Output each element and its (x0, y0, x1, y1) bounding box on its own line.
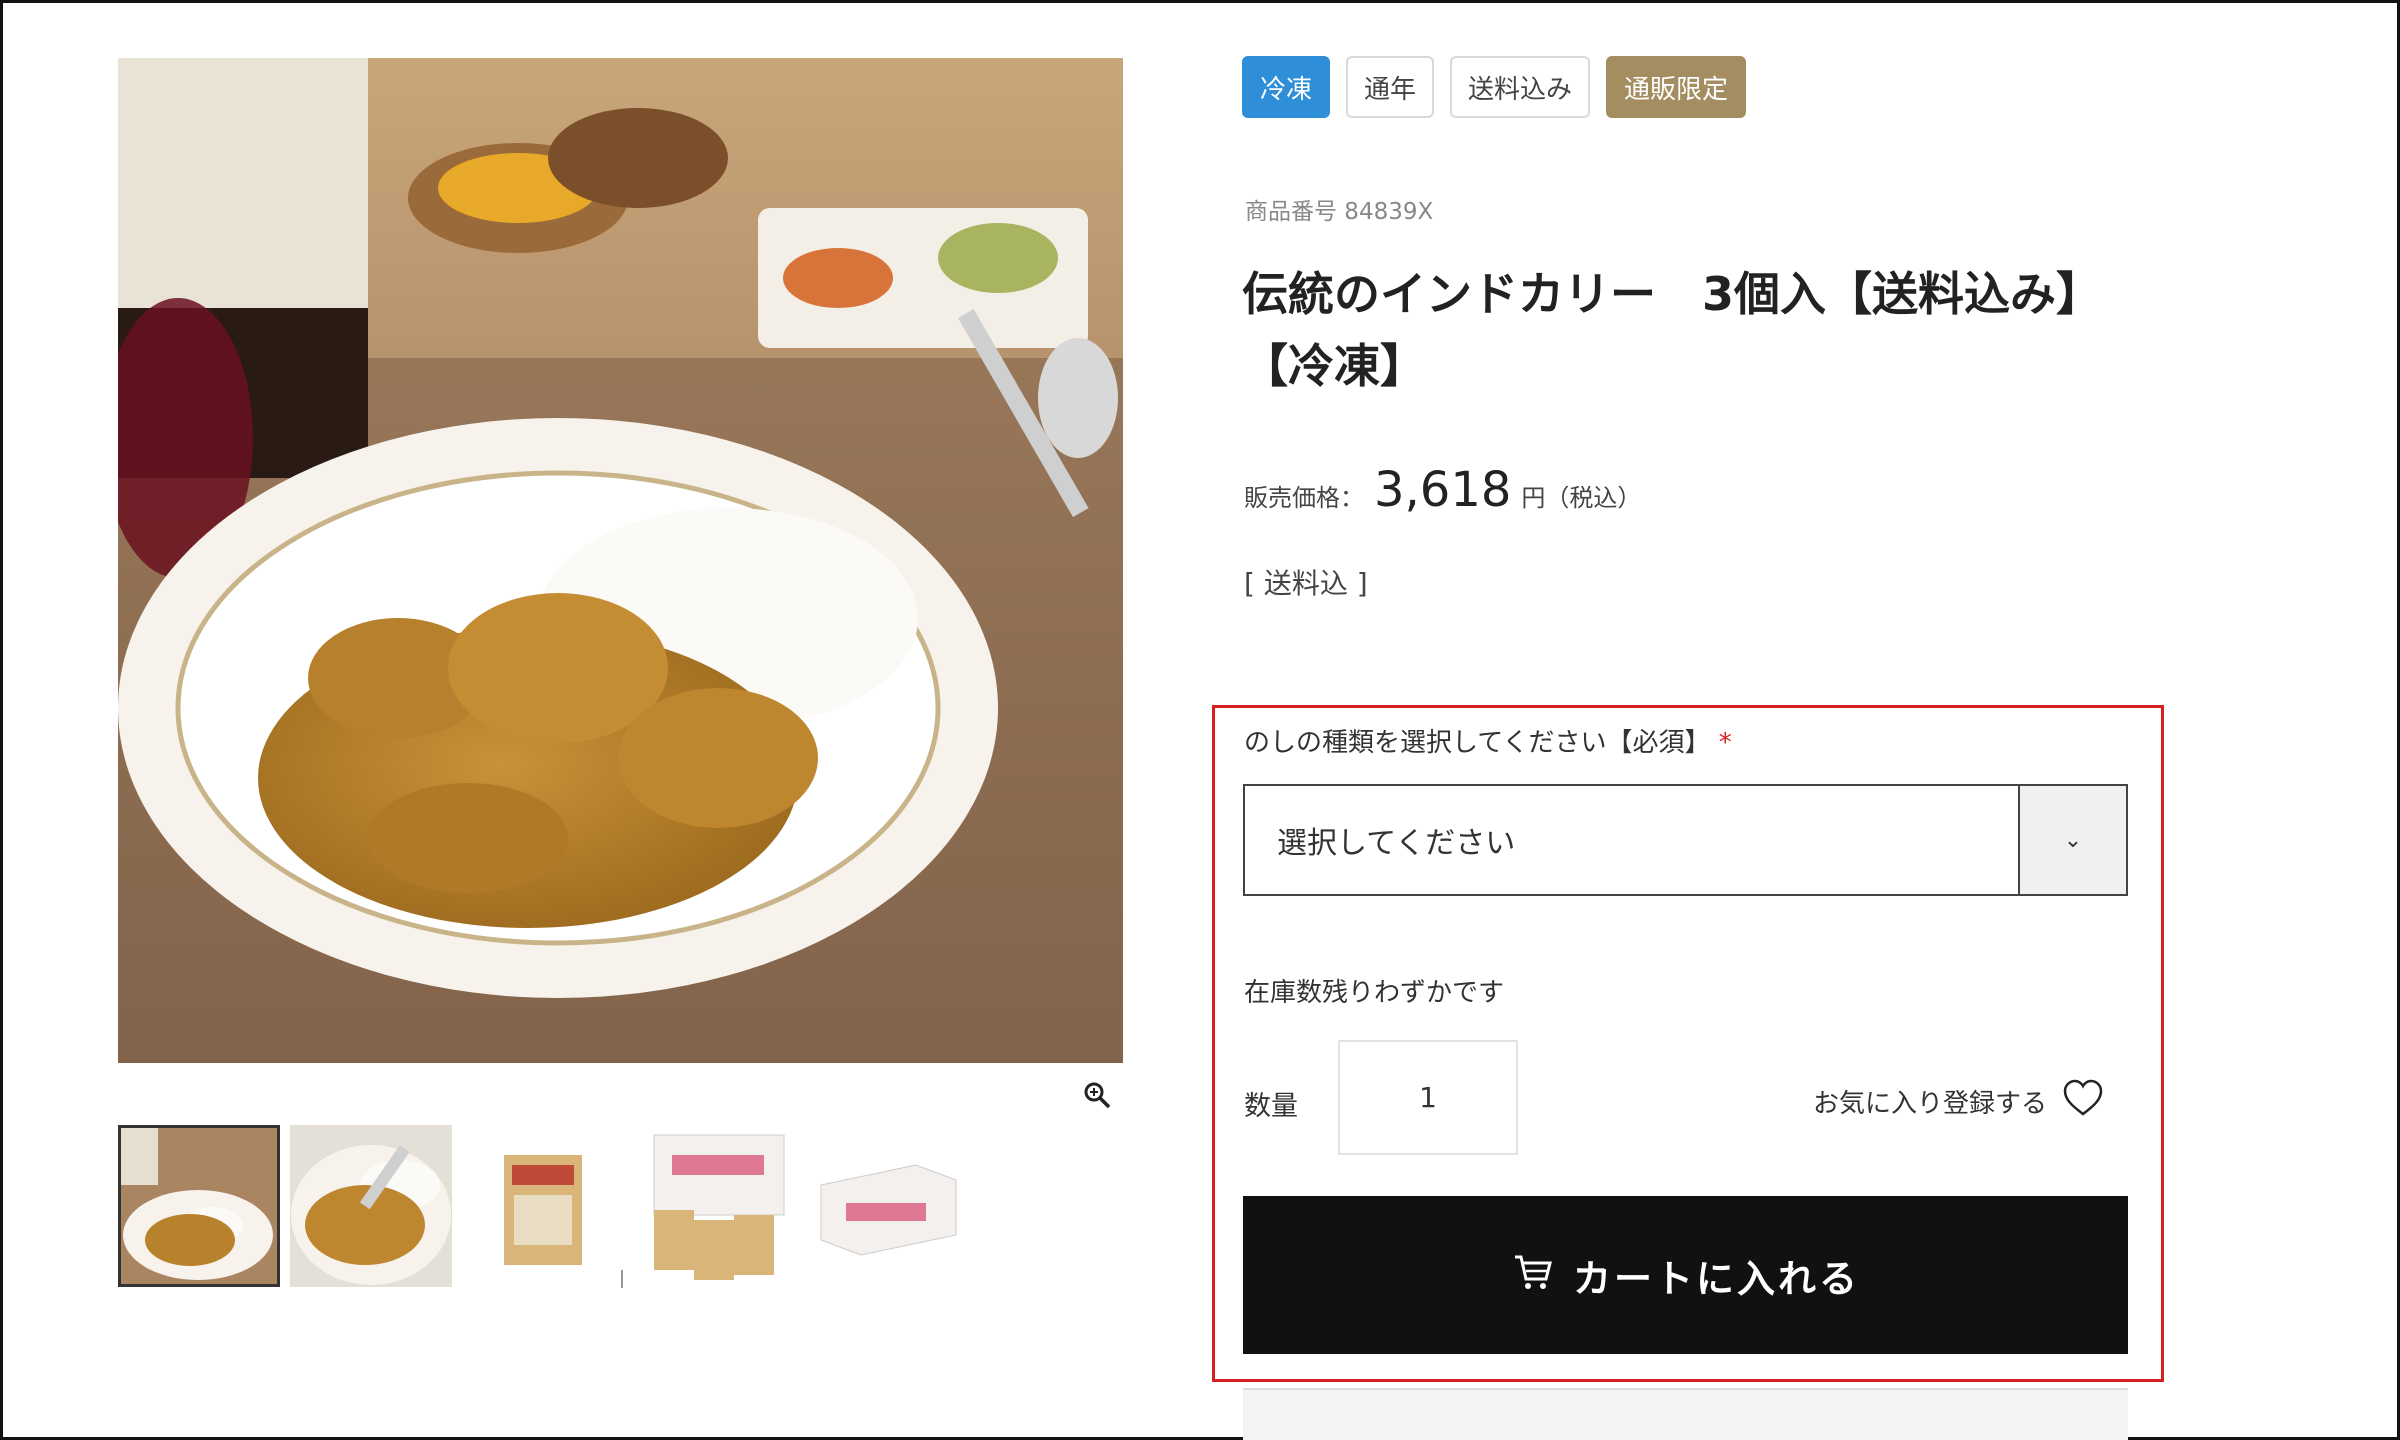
price-value: 3,618 (1374, 462, 1512, 518)
main-product-image[interactable] (118, 58, 1123, 1063)
noshi-label: のしの種類を選択してください【必須】 * (1244, 722, 1732, 759)
tag-frozen: 冷凍 (1242, 56, 1331, 118)
favorite-label: お気に入り登録する (1813, 1089, 2048, 1119)
curry-box-thumbnail[interactable] (806, 1125, 968, 1287)
product-title-line1: 伝統のインドカリー 3個入【送料込み】 (1242, 267, 2103, 321)
curry-pouch-thumbnail[interactable] (462, 1125, 624, 1287)
noshi-select[interactable]: 選択してください ⌄ (1243, 784, 2128, 896)
quantity-input[interactable] (1338, 1040, 1518, 1155)
thumbnail-divider (621, 1270, 623, 1288)
chevron-down-icon[interactable]: ⌄ (2018, 786, 2126, 894)
add-to-cart-button[interactable]: カートに入れる (1243, 1196, 2128, 1354)
quantity-label: 数量 (1244, 1091, 1298, 1122)
tag-online-limited: 通販限定 (1606, 56, 1747, 118)
price-unit: 円（税込） (1521, 484, 1642, 512)
favorite-button[interactable]: お気に入り登録する (1813, 1078, 2105, 1125)
lower-panel (1243, 1388, 2128, 1440)
noshi-select-value[interactable]: 選択してください (1245, 786, 2018, 894)
curry-box-set-thumbnail[interactable] (634, 1125, 796, 1287)
price-row: 販売価格： 3,618 円（税込） (1244, 462, 1641, 518)
tag-list: 冷凍 通年 送料込み 通販限定 (1242, 56, 1747, 118)
required-mark: * (1718, 728, 1732, 758)
cart-icon (1511, 1249, 1555, 1302)
product-title-line2: 【冷凍】 (1242, 339, 1426, 393)
product-sku: 商品番号 84839X (1245, 199, 1434, 225)
curry-plate-thumbnail[interactable] (118, 1125, 280, 1287)
heart-outline-icon[interactable] (2061, 1078, 2105, 1125)
noshi-label-text: のしの種類を選択してください【必須】 (1244, 728, 1711, 758)
shipping-note: [ 送料込 ] (1244, 567, 1368, 600)
add-to-cart-label: カートに入れる (1572, 1256, 1860, 1301)
tag-shipping-included: 送料込み (1450, 56, 1591, 118)
price-label: 販売価格： (1244, 484, 1364, 512)
tag-year-round: 通年 (1346, 56, 1435, 118)
zoom-in-icon[interactable] (1082, 1080, 1112, 1110)
curry-spoon-thumbnail[interactable] (290, 1125, 452, 1287)
stock-note: 在庫数残りわずかです (1244, 978, 1505, 1008)
product-title: 伝統のインドカリー 3個入【送料込み】 【冷凍】 (1242, 258, 2142, 402)
